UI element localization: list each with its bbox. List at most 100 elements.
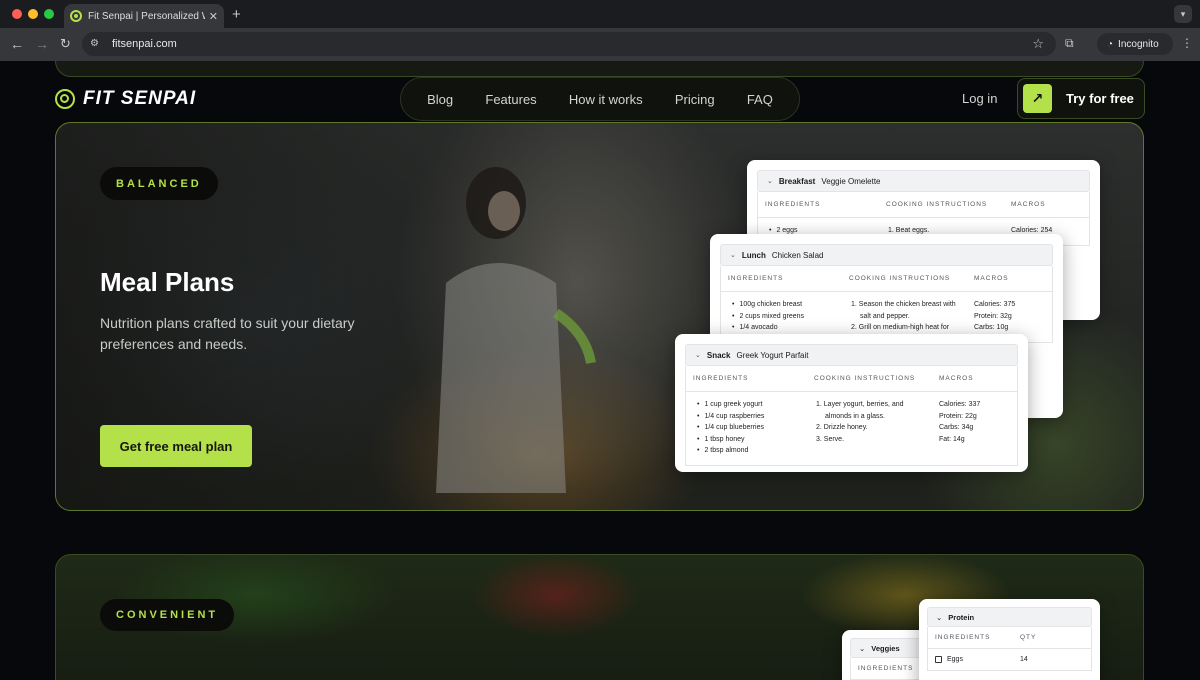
table-header: INGREDIENTS COOKING INSTRUCTIONS MACROS — [758, 192, 1089, 218]
extensions-icon[interactable]: ⧉ — [1065, 36, 1074, 51]
new-tab-button[interactable]: + — [232, 6, 241, 23]
browser-chrome: Fit Senpai | Personalized Wor ✕ + ▾ ← → … — [0, 0, 1200, 61]
arrow-up-right-icon: ↗ — [1023, 84, 1052, 113]
ingredient-list: 1 cup greek yogurt 1/4 cup raspberries 1… — [693, 399, 814, 457]
instruction-list: 1. Season the chicken breast with salt a… — [849, 299, 974, 334]
macro-list: Calories: 337 Protein: 22g Carbs: 34g Fa… — [939, 399, 1009, 457]
col-instructions: COOKING INSTRUCTIONS — [814, 375, 916, 382]
url-text: fitsenpai.com — [112, 38, 177, 50]
browser-tab[interactable]: Fit Senpai | Personalized Wor ✕ — [64, 4, 224, 28]
col-instructions: COOKING INSTRUCTIONS — [849, 275, 951, 282]
hero-subtitle: Nutrition plans crafted to suit your die… — [100, 315, 355, 352]
cooking-woman-photo — [436, 167, 596, 493]
list-item: 1. Season the chicken breast with — [851, 301, 956, 308]
protein-card: ⌄ Protein INGREDIENTS QTY Eggs 14 — [919, 599, 1100, 680]
chevron-down-icon: ▾ — [1180, 8, 1186, 19]
snack-card: ⌄ Snack Greek Yogurt Parfait INGREDIENTS… — [675, 334, 1028, 472]
col-ingredients: INGREDIENTS — [765, 201, 821, 208]
list-item: 1. Layer yogurt, berries, and — [816, 401, 904, 408]
forward-icon[interactable]: → — [35, 36, 49, 52]
ingredient-qty: 14 — [1020, 656, 1028, 663]
bookmark-star-icon[interactable]: ☆ — [1032, 36, 1044, 52]
nav-how-it-works[interactable]: How it works — [569, 92, 643, 107]
tab-close-icon[interactable]: ✕ — [209, 10, 218, 23]
convenient-badge: CONVENIENT — [100, 599, 235, 631]
snack-header[interactable]: ⌄ Snack Greek Yogurt Parfait — [685, 344, 1018, 366]
macro-list: Calories: 375 Protein: 32g Carbs: 10g — [974, 299, 1044, 334]
col-macros: MACROS — [939, 375, 974, 382]
list-item: Protein: 32g — [974, 312, 1012, 320]
maximize-window-button[interactable] — [44, 9, 54, 19]
back-icon[interactable]: ← — [10, 36, 24, 52]
incognito-label: Incognito — [1118, 38, 1159, 50]
list-item: 3. Serve. — [816, 435, 845, 443]
meal-type: Snack — [706, 350, 731, 360]
col-ingredients: INGREDIENTS — [858, 665, 914, 672]
try-for-free-button[interactable]: ↗ Try for free — [1017, 78, 1145, 119]
browser-toolbar: ← → ↻ ⚙ fitsenpai.com ☆ — [0, 28, 1200, 61]
previous-section-card — [55, 61, 1144, 77]
list-item: Carbs: 34g — [939, 424, 974, 431]
list-item: Calories: 337 — [939, 401, 981, 408]
list-item: 2. Grill on medium-high heat for — [851, 324, 950, 331]
page: FIT SENPAI Blog Features How it works Pr… — [0, 61, 1200, 680]
main-nav: Blog Features How it works Pricing FAQ — [400, 77, 800, 121]
col-ingredients: INGREDIENTS — [728, 275, 784, 282]
nav-features[interactable]: Features — [485, 92, 536, 107]
col-macros: MACROS — [974, 275, 1009, 282]
meal-type: Breakfast — [778, 176, 816, 186]
table-header: INGREDIENTS COOKING INSTRUCTIONS MACROS — [686, 366, 1017, 392]
get-free-meal-plan-button[interactable]: Get free meal plan — [100, 425, 252, 467]
col-ingredients: INGREDIENTS — [935, 634, 991, 641]
nav-blog[interactable]: Blog — [427, 92, 453, 107]
table-row: 1 cup greek yogurt 1/4 cup raspberries 1… — [686, 392, 1017, 465]
table-header: INGREDIENTS COOKING INSTRUCTIONS MACROS — [721, 266, 1052, 292]
tab-title: Fit Senpai | Personalized Wor — [88, 10, 205, 22]
list-item: 1/4 avocado — [728, 322, 849, 334]
breakfast-header[interactable]: ⌄ Breakfast Veggie Omelette — [757, 170, 1090, 192]
checkbox[interactable] — [935, 656, 942, 663]
lunch-header[interactable]: ⌄ Lunch Chicken Salad — [720, 244, 1053, 266]
nav-pricing[interactable]: Pricing — [675, 92, 715, 107]
list-item: 2 tbsp almond — [693, 445, 814, 457]
meal-name: Chicken Salad — [771, 250, 824, 260]
favicon-icon — [70, 10, 82, 22]
reload-icon[interactable]: ↻ — [60, 36, 71, 52]
brand-logo[interactable]: FIT SENPAI — [55, 88, 196, 110]
minimize-window-button[interactable] — [28, 9, 38, 19]
meal-name: Veggie Omelette — [821, 176, 881, 186]
instruction-list: 1. Layer yogurt, berries, and almonds in… — [814, 399, 939, 457]
tab-bar: Fit Senpai | Personalized Wor ✕ + ▾ — [0, 0, 1200, 28]
list-item: salt and pepper. — [860, 312, 910, 320]
list-item: 1 tbsp honey — [693, 434, 814, 446]
list-item: 2. Drizzle honey. — [816, 424, 868, 431]
site-settings-icon[interactable]: ⚙ — [90, 38, 102, 50]
list-item: 2 cups mixed greens — [728, 311, 849, 323]
address-bar[interactable]: ⚙ fitsenpai.com ☆ — [82, 32, 1056, 56]
brand-name: FIT SENPAI — [83, 88, 197, 109]
incognito-indicator[interactable]: ◔ Incognito — [1097, 33, 1173, 55]
meal-type: Lunch — [741, 250, 766, 260]
veggies-title: Veggies — [871, 643, 900, 653]
table-row: Eggs 14 — [927, 649, 1092, 671]
list-item: Fat: 14g — [939, 435, 965, 443]
incognito-icon: ◔ — [1107, 38, 1114, 50]
tab-search-button[interactable]: ▾ — [1174, 5, 1192, 23]
col-ingredients: INGREDIENTS — [693, 375, 749, 382]
meal-name: Greek Yogurt Parfait — [736, 350, 809, 360]
list-item: 1/4 cup raspberries — [693, 411, 814, 423]
ingredient-list: 100g chicken breast 2 cups mixed greens … — [728, 299, 849, 334]
nav-faq[interactable]: FAQ — [747, 92, 773, 107]
close-window-button[interactable] — [12, 9, 22, 19]
balanced-badge: BALANCED — [100, 167, 218, 200]
try-for-free-label: Try for free — [1066, 91, 1134, 106]
col-macros: MACROS — [1011, 201, 1046, 208]
table-header: INGREDIENTS QTY — [927, 627, 1092, 649]
login-link[interactable]: Log in — [962, 91, 997, 106]
list-item: Protein: 22g — [939, 412, 977, 420]
list-item: Carbs: 10g — [974, 324, 1009, 331]
browser-menu-icon[interactable]: ⋮ — [1181, 36, 1193, 50]
chevron-down-icon: ⌄ — [767, 178, 773, 185]
list-item: 1/4 cup blueberries — [693, 422, 814, 434]
protein-header[interactable]: ⌄ Protein — [927, 607, 1092, 627]
